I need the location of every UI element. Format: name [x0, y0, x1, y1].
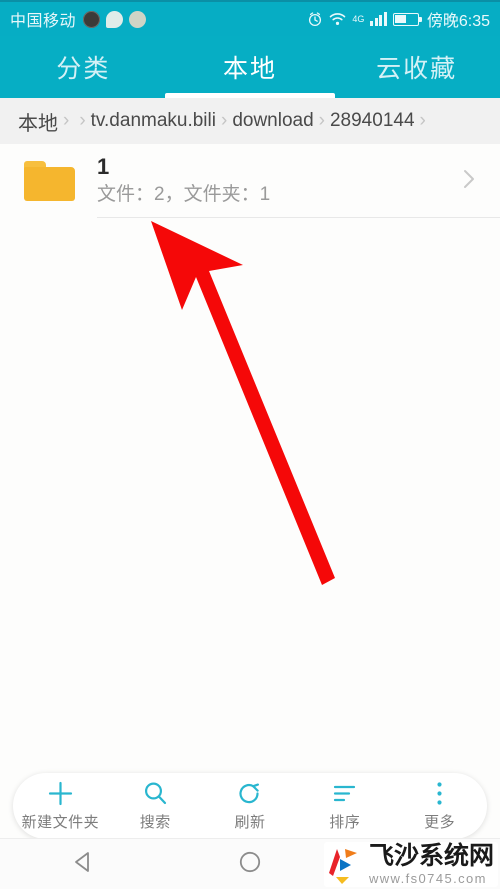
breadcrumb-item-download[interactable]: download — [232, 110, 313, 132]
status-bar: 中国移动 4G 傍晚6:35 — [0, 0, 500, 36]
feisha-logo-icon — [327, 845, 363, 885]
watermark-title: 飞沙系统网 — [368, 842, 494, 870]
chevron-right-icon: › — [63, 110, 70, 131]
watermark-url: www.fs0745.com — [368, 871, 487, 886]
signal-bars-icon — [370, 12, 387, 26]
tab-categories-label: 分类 — [56, 55, 111, 83]
chevron-right-icon: › — [419, 110, 426, 131]
tab-cloud-favorites-label: 云收藏 — [376, 55, 458, 83]
list-item[interactable]: 1 文件：2，文件夹：1 — [0, 144, 500, 218]
refresh-button[interactable]: 刷新 — [203, 773, 298, 839]
list-item-name: 1 — [97, 154, 110, 179]
tab-categories[interactable]: 分类 — [0, 36, 167, 98]
notification-dark-icon — [83, 10, 101, 28]
list-divider — [97, 217, 500, 218]
clock-label: 傍晚6:35 — [426, 13, 490, 30]
breadcrumb-item-local[interactable]: 本地 — [18, 107, 58, 136]
more-label: 更多 — [424, 813, 456, 831]
tab-local[interactable]: 本地 — [165, 36, 335, 98]
watermark-text: 飞沙系统网 www.fs0745.com — [368, 842, 494, 886]
breadcrumb[interactable]: 本地 › › tv.danmaku.bili › download › 2894… — [0, 98, 500, 144]
message-bubble-icon — [106, 10, 124, 28]
tab-local-label: 本地 — [223, 55, 278, 83]
phone-screen: 中国移动 4G 傍晚6:35 分类 本地 云收藏 本地 › › tv.danma… — [0, 0, 500, 889]
breadcrumb-item-package[interactable]: tv.danmaku.bili — [91, 110, 216, 132]
more-vertical-icon — [426, 781, 453, 807]
folder-icon — [24, 161, 75, 201]
nav-home-button[interactable] — [167, 839, 332, 889]
wifi-icon — [329, 12, 346, 26]
search-icon — [142, 781, 169, 807]
refresh-label: 刷新 — [234, 813, 266, 831]
search-label: 搜索 — [139, 813, 171, 831]
more-button[interactable]: 更多 — [392, 773, 487, 839]
bottom-toolbar: 新建文件夹 搜索 刷新 排序 更多 — [13, 773, 487, 839]
sort-button[interactable]: 排序 — [297, 773, 392, 839]
notification-icons — [83, 10, 147, 28]
tab-bar: 分类 本地 云收藏 — [0, 36, 500, 98]
status-bar-right: 4G 傍晚6:35 — [307, 7, 490, 31]
search-button[interactable]: 搜索 — [108, 773, 203, 839]
plus-icon — [47, 781, 74, 807]
sort-icon — [331, 781, 358, 807]
sort-label: 排序 — [329, 813, 361, 831]
app-badge-icon — [129, 10, 147, 28]
chevron-right-icon[interactable] — [461, 165, 478, 198]
home-circle-icon — [236, 848, 264, 881]
new-folder-button[interactable]: 新建文件夹 — [13, 773, 108, 839]
alarm-clock-icon — [307, 11, 323, 27]
carrier-label: 中国移动 — [10, 13, 77, 30]
refresh-icon — [236, 781, 263, 807]
list-item-text: 1 文件：2，文件夹：1 — [97, 154, 461, 208]
new-folder-label: 新建文件夹 — [21, 813, 100, 831]
tab-cloud-favorites[interactable]: 云收藏 — [333, 36, 500, 98]
chevron-right-icon: › — [220, 110, 228, 131]
chevron-right-icon: › — [79, 110, 86, 131]
breadcrumb-item-id[interactable]: 28940144 — [330, 110, 415, 132]
network-type-label: 4G — [352, 14, 365, 24]
chevron-right-icon: › — [318, 110, 325, 131]
list-item-meta: 文件：2，文件夹：1 — [97, 184, 271, 205]
battery-icon — [392, 12, 422, 26]
site-watermark: 飞沙系统网 www.fs0745.com — [323, 842, 498, 887]
nav-back-button[interactable] — [1, 839, 166, 889]
back-triangle-icon — [69, 848, 97, 881]
